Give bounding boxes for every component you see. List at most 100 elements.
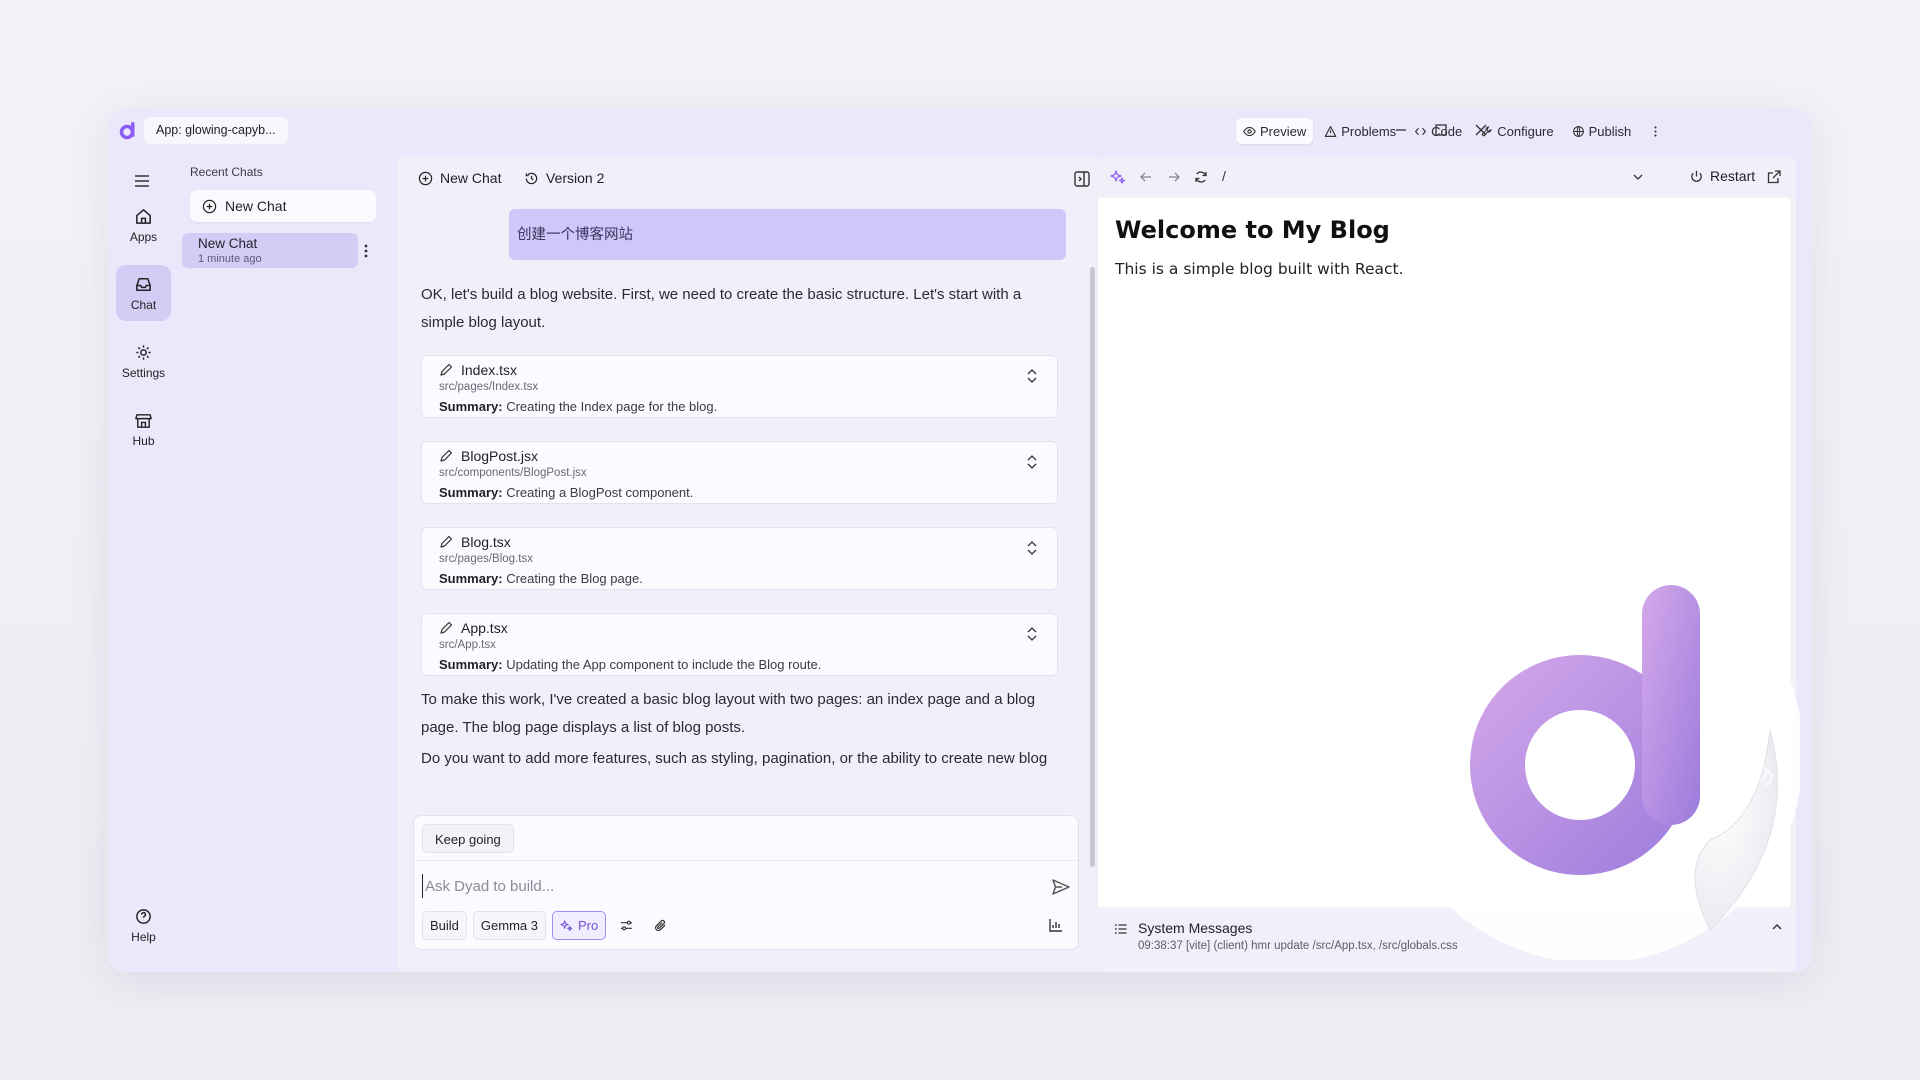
store-icon (135, 413, 152, 428)
file-path: src/pages/Blog.tsx (439, 553, 533, 565)
file-path: src/components/BlogPost.jsx (439, 467, 587, 479)
rail-label-help: Help (131, 929, 156, 944)
rail-label-settings: Settings (121, 365, 166, 380)
version-button[interactable]: Version 2 (524, 170, 604, 186)
file-summary: Summary: Creating the Index page for the… (439, 399, 718, 414)
inbox-icon (136, 277, 151, 291)
app-window: App: glowing-capyb... Preview Problems C… (108, 109, 1812, 972)
warning-icon (1324, 125, 1337, 137)
settings-toggle-button[interactable] (612, 912, 640, 940)
file-summary: Summary: Creating the Blog page. (439, 571, 643, 586)
keep-going-button[interactable]: Keep going (422, 824, 514, 853)
attach-button[interactable] (646, 912, 674, 940)
pencil-icon (440, 449, 453, 462)
file-card[interactable]: App.tsx src/App.tsx Summary: Updating th… (421, 613, 1058, 676)
chevron-up-icon[interactable] (1770, 920, 1784, 934)
bar-chart-icon[interactable] (1048, 917, 1064, 933)
title-bar: App: glowing-capyb... Preview Problems C… (108, 109, 1812, 151)
file-card[interactable]: BlogPost.jsx src/components/BlogPost.jsx… (421, 441, 1058, 504)
home-icon (136, 208, 151, 224)
eye-icon (1243, 126, 1256, 136)
pro-button[interactable]: Pro (552, 911, 607, 940)
model-selector[interactable]: Gemma 3 (472, 911, 546, 940)
rail-item-help[interactable]: Help (116, 897, 171, 953)
expand-icon[interactable] (1025, 368, 1039, 384)
app-name-pill[interactable]: App: glowing-capyb... (144, 117, 288, 144)
expand-icon[interactable] (1025, 454, 1039, 470)
recent-chats-title: Recent Chats (190, 165, 263, 179)
assistant-question-text: Do you want to add more features, such a… (421, 750, 1048, 767)
assistant-question-clip: Do you want to add more features, such a… (421, 748, 1061, 772)
pencil-icon (440, 621, 453, 634)
refresh-icon[interactable] (1193, 169, 1209, 185)
plus-circle-icon (202, 199, 217, 213)
composer: Keep going Build Gemma 3 Pro (413, 815, 1079, 950)
back-arrow-icon[interactable] (1138, 169, 1154, 185)
minimize-button[interactable] (1390, 119, 1412, 141)
chat-more-icon[interactable] (361, 241, 371, 261)
more-menu-button[interactable] (1642, 118, 1669, 144)
new-chat-label: New Chat (440, 170, 502, 186)
sidebar-new-chat-button[interactable]: New Chat (190, 190, 376, 222)
route-path[interactable]: / (1222, 168, 1226, 184)
sparkles-icon[interactable] (1110, 169, 1126, 185)
chat-scrollbar[interactable] (1090, 267, 1095, 867)
dyad-logo-icon[interactable] (118, 119, 140, 141)
list-icon (1114, 924, 1127, 934)
chat-list-item[interactable]: New Chat 1 minute ago (182, 233, 358, 268)
toggle-panel-icon[interactable] (1073, 170, 1091, 188)
forward-arrow-icon[interactable] (1166, 169, 1182, 185)
restart-label: Restart (1710, 168, 1756, 184)
preview-frame[interactable]: Welcome to My Blog This is a simple blog… (1098, 198, 1790, 907)
preview-label: Preview (1260, 123, 1307, 139)
close-icon (1475, 124, 1487, 136)
expand-icon[interactable] (1025, 540, 1039, 556)
hamburger-menu-icon[interactable] (132, 171, 152, 191)
file-name: Index.tsx (461, 362, 518, 378)
file-name: App.tsx (461, 620, 508, 636)
file-summary: Summary: Creating a BlogPost component. (439, 485, 694, 500)
code-icon (1415, 127, 1427, 135)
new-chat-button[interactable]: New Chat (418, 170, 501, 186)
system-messages-title: System Messages (1138, 920, 1253, 936)
assistant-intro-text: OK, let's build a blog website. First, w… (421, 286, 1022, 331)
rail-item-settings[interactable]: Settings (116, 333, 171, 389)
system-messages-panel[interactable]: System Messages 09:38:37 [vite] (client)… (1098, 909, 1796, 969)
version-label: Version 2 (546, 170, 605, 186)
file-summary: Summary: Updating the App component to i… (439, 657, 822, 672)
pro-label: Pro (578, 918, 599, 933)
external-link-icon[interactable] (1766, 169, 1782, 185)
paperclip-icon (654, 919, 666, 932)
preview-toolbar: / Restart (1098, 157, 1796, 197)
system-message-line: 09:38:37 [vite] (client) hmr update /src… (1138, 940, 1458, 952)
chat-item-title: New Chat (198, 236, 258, 251)
publish-label: Publish (1588, 123, 1632, 139)
user-message: 创建一个博客网站 (509, 209, 1066, 260)
more-vertical-icon (1654, 125, 1657, 137)
gear-icon (136, 344, 151, 360)
chevron-down-icon[interactable] (1630, 169, 1646, 185)
preview-button[interactable]: Preview (1236, 118, 1314, 144)
close-button[interactable] (1470, 119, 1492, 141)
composer-divider (414, 860, 1078, 861)
file-card[interactable]: Blog.tsx src/pages/Blog.tsx Summary: Cre… (421, 527, 1058, 590)
file-name: Blog.tsx (461, 534, 511, 550)
mode-selector[interactable]: Build (422, 911, 467, 940)
rail-item-hub[interactable]: Hub (116, 401, 171, 457)
expand-icon[interactable] (1025, 626, 1039, 642)
rail-item-apps[interactable]: Apps (116, 197, 171, 253)
maximize-icon (1435, 124, 1447, 136)
prompt-input[interactable] (422, 874, 1022, 898)
send-icon[interactable] (1050, 876, 1072, 898)
problems-label: Problems (1341, 123, 1397, 139)
publish-button[interactable]: Publish (1565, 118, 1639, 144)
restart-button[interactable]: Restart (1689, 168, 1755, 184)
chat-header: New Chat Version 2 (397, 157, 1102, 197)
composer-toolbar: Build Gemma 3 Pro (422, 911, 674, 940)
top-actions: Preview Problems Code Configure Publish (1236, 118, 1669, 144)
file-card[interactable]: Index.tsx src/pages/Index.tsx Summary: C… (421, 355, 1058, 418)
rail-label-hub: Hub (132, 433, 155, 448)
assistant-outro-text: To make this work, I've created a basic … (421, 691, 1036, 736)
maximize-button[interactable] (1430, 119, 1452, 141)
rail-item-chat[interactable]: Chat (116, 265, 171, 321)
